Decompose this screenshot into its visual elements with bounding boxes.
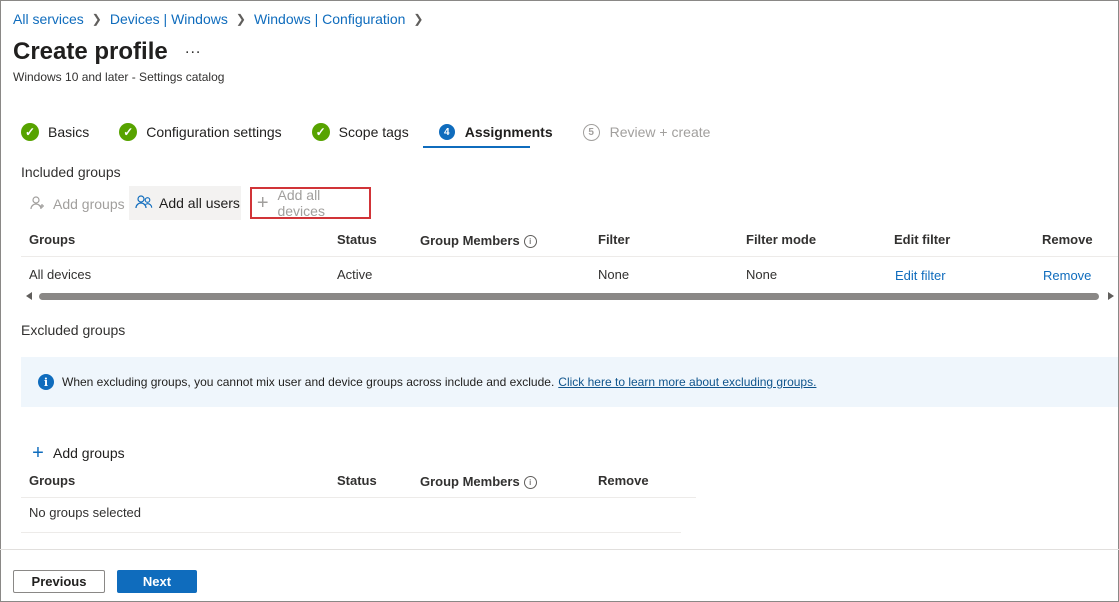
column-header-filter: Filter: [598, 232, 630, 247]
add-groups-button[interactable]: Add groups: [29, 187, 125, 221]
step-label: Basics: [48, 124, 90, 140]
included-groups-label: Included groups: [21, 164, 121, 180]
edit-filter-link[interactable]: Edit filter: [895, 268, 946, 283]
scroll-left-icon[interactable]: [26, 292, 32, 300]
step-number-badge: 5: [582, 123, 600, 141]
breadcrumb-all-services[interactable]: All services: [13, 11, 84, 27]
excluded-column-header-remove: Remove: [598, 473, 649, 488]
plus-icon: +: [32, 441, 44, 464]
step-label: Review + create: [609, 124, 711, 140]
step-number-badge: 4: [438, 124, 455, 140]
add-all-devices-label: Add all devices: [277, 187, 325, 219]
learn-more-link[interactable]: Click here to learn more about excluding…: [558, 375, 816, 389]
add-groups-label: Add groups: [53, 445, 125, 461]
excluded-column-header-group-members: Group Members i: [420, 474, 537, 490]
breadcrumb-devices-windows[interactable]: Devices | Windows: [110, 11, 228, 27]
column-header-filter-mode: Filter mode: [746, 232, 817, 247]
scroll-right-icon[interactable]: [1108, 292, 1114, 300]
info-icon[interactable]: i: [523, 476, 537, 490]
column-header-remove: Remove: [1042, 232, 1093, 247]
page-title: Create profile: [13, 38, 168, 65]
step-configuration-settings[interactable]: ✓ Configuration settings: [119, 123, 282, 141]
info-icon: i: [38, 374, 54, 390]
empty-state-text: No groups selected: [29, 505, 142, 520]
checkmark-icon: ✓: [119, 123, 138, 141]
breadcrumb-windows-configuration[interactable]: Windows | Configuration: [254, 11, 405, 27]
add-excluded-groups-button[interactable]: + Add groups: [29, 436, 125, 470]
checkmark-icon: ✓: [311, 123, 330, 141]
chevron-right-icon: ❯: [91, 12, 102, 26]
step-label: Assignments: [464, 124, 553, 140]
add-all-users-label: Add all users: [159, 195, 240, 211]
checkmark-icon: ✓: [21, 123, 39, 141]
row-filter: None: [598, 267, 630, 282]
column-header-label: Group Members: [420, 233, 520, 248]
more-options-icon[interactable]: ...: [185, 40, 201, 58]
info-icon[interactable]: i: [523, 235, 537, 249]
column-header-label: Group Members: [420, 474, 520, 489]
excluded-groups-label: Excluded groups: [21, 322, 126, 338]
wizard-steps: ✓ Basics ✓ Configuration settings ✓ Scop…: [21, 121, 740, 143]
breadcrumb: All services ❯ Devices | Windows ❯ Windo…: [13, 11, 431, 27]
footer-divider: [0, 549, 1119, 550]
header-divider: [21, 256, 1118, 257]
row-group-name: All devices: [29, 267, 92, 282]
active-step-underline: [423, 146, 530, 148]
excluded-header-divider: [21, 497, 696, 498]
step-scope-tags[interactable]: ✓ Scope tags: [311, 123, 409, 141]
column-header-status: Status: [337, 232, 377, 247]
chevron-right-icon: ❯: [413, 12, 424, 26]
column-header-groups: Groups: [29, 232, 76, 247]
plus-icon: +: [256, 191, 269, 214]
add-all-users-button[interactable]: Add all users: [129, 186, 241, 220]
add-user-icon: [29, 195, 47, 214]
column-header-edit-filter: Edit filter: [894, 232, 951, 247]
row-filter-mode: None: [746, 267, 778, 282]
page-subtitle: Windows 10 and later - Settings catalog: [13, 70, 225, 84]
people-icon: [135, 194, 153, 213]
add-all-devices-button[interactable]: + Add all devices: [250, 187, 371, 219]
step-label: Configuration settings: [146, 124, 282, 140]
row-status: Active: [337, 267, 373, 282]
add-groups-label: Add groups: [53, 196, 125, 212]
step-label: Scope tags: [338, 124, 409, 140]
column-header-group-members: Group Members i: [420, 233, 537, 249]
excluded-column-header-groups: Groups: [29, 473, 76, 488]
step-review-create: 5 Review + create: [582, 123, 711, 141]
info-banner: i When excluding groups, you cannot mix …: [21, 357, 1118, 407]
step-basics[interactable]: ✓ Basics: [21, 123, 89, 141]
excluded-column-header-status: Status: [337, 473, 377, 488]
previous-button[interactable]: Previous: [13, 570, 105, 593]
step-assignments[interactable]: 4 Assignments: [438, 124, 553, 140]
excluded-row-divider: [21, 532, 681, 533]
next-button[interactable]: Next: [117, 570, 197, 593]
scrollbar-thumb[interactable]: [39, 293, 1099, 300]
remove-link[interactable]: Remove: [1043, 268, 1091, 283]
horizontal-scrollbar[interactable]: [23, 291, 1118, 303]
chevron-right-icon: ❯: [235, 12, 246, 26]
info-banner-text: When excluding groups, you cannot mix us…: [62, 375, 555, 389]
